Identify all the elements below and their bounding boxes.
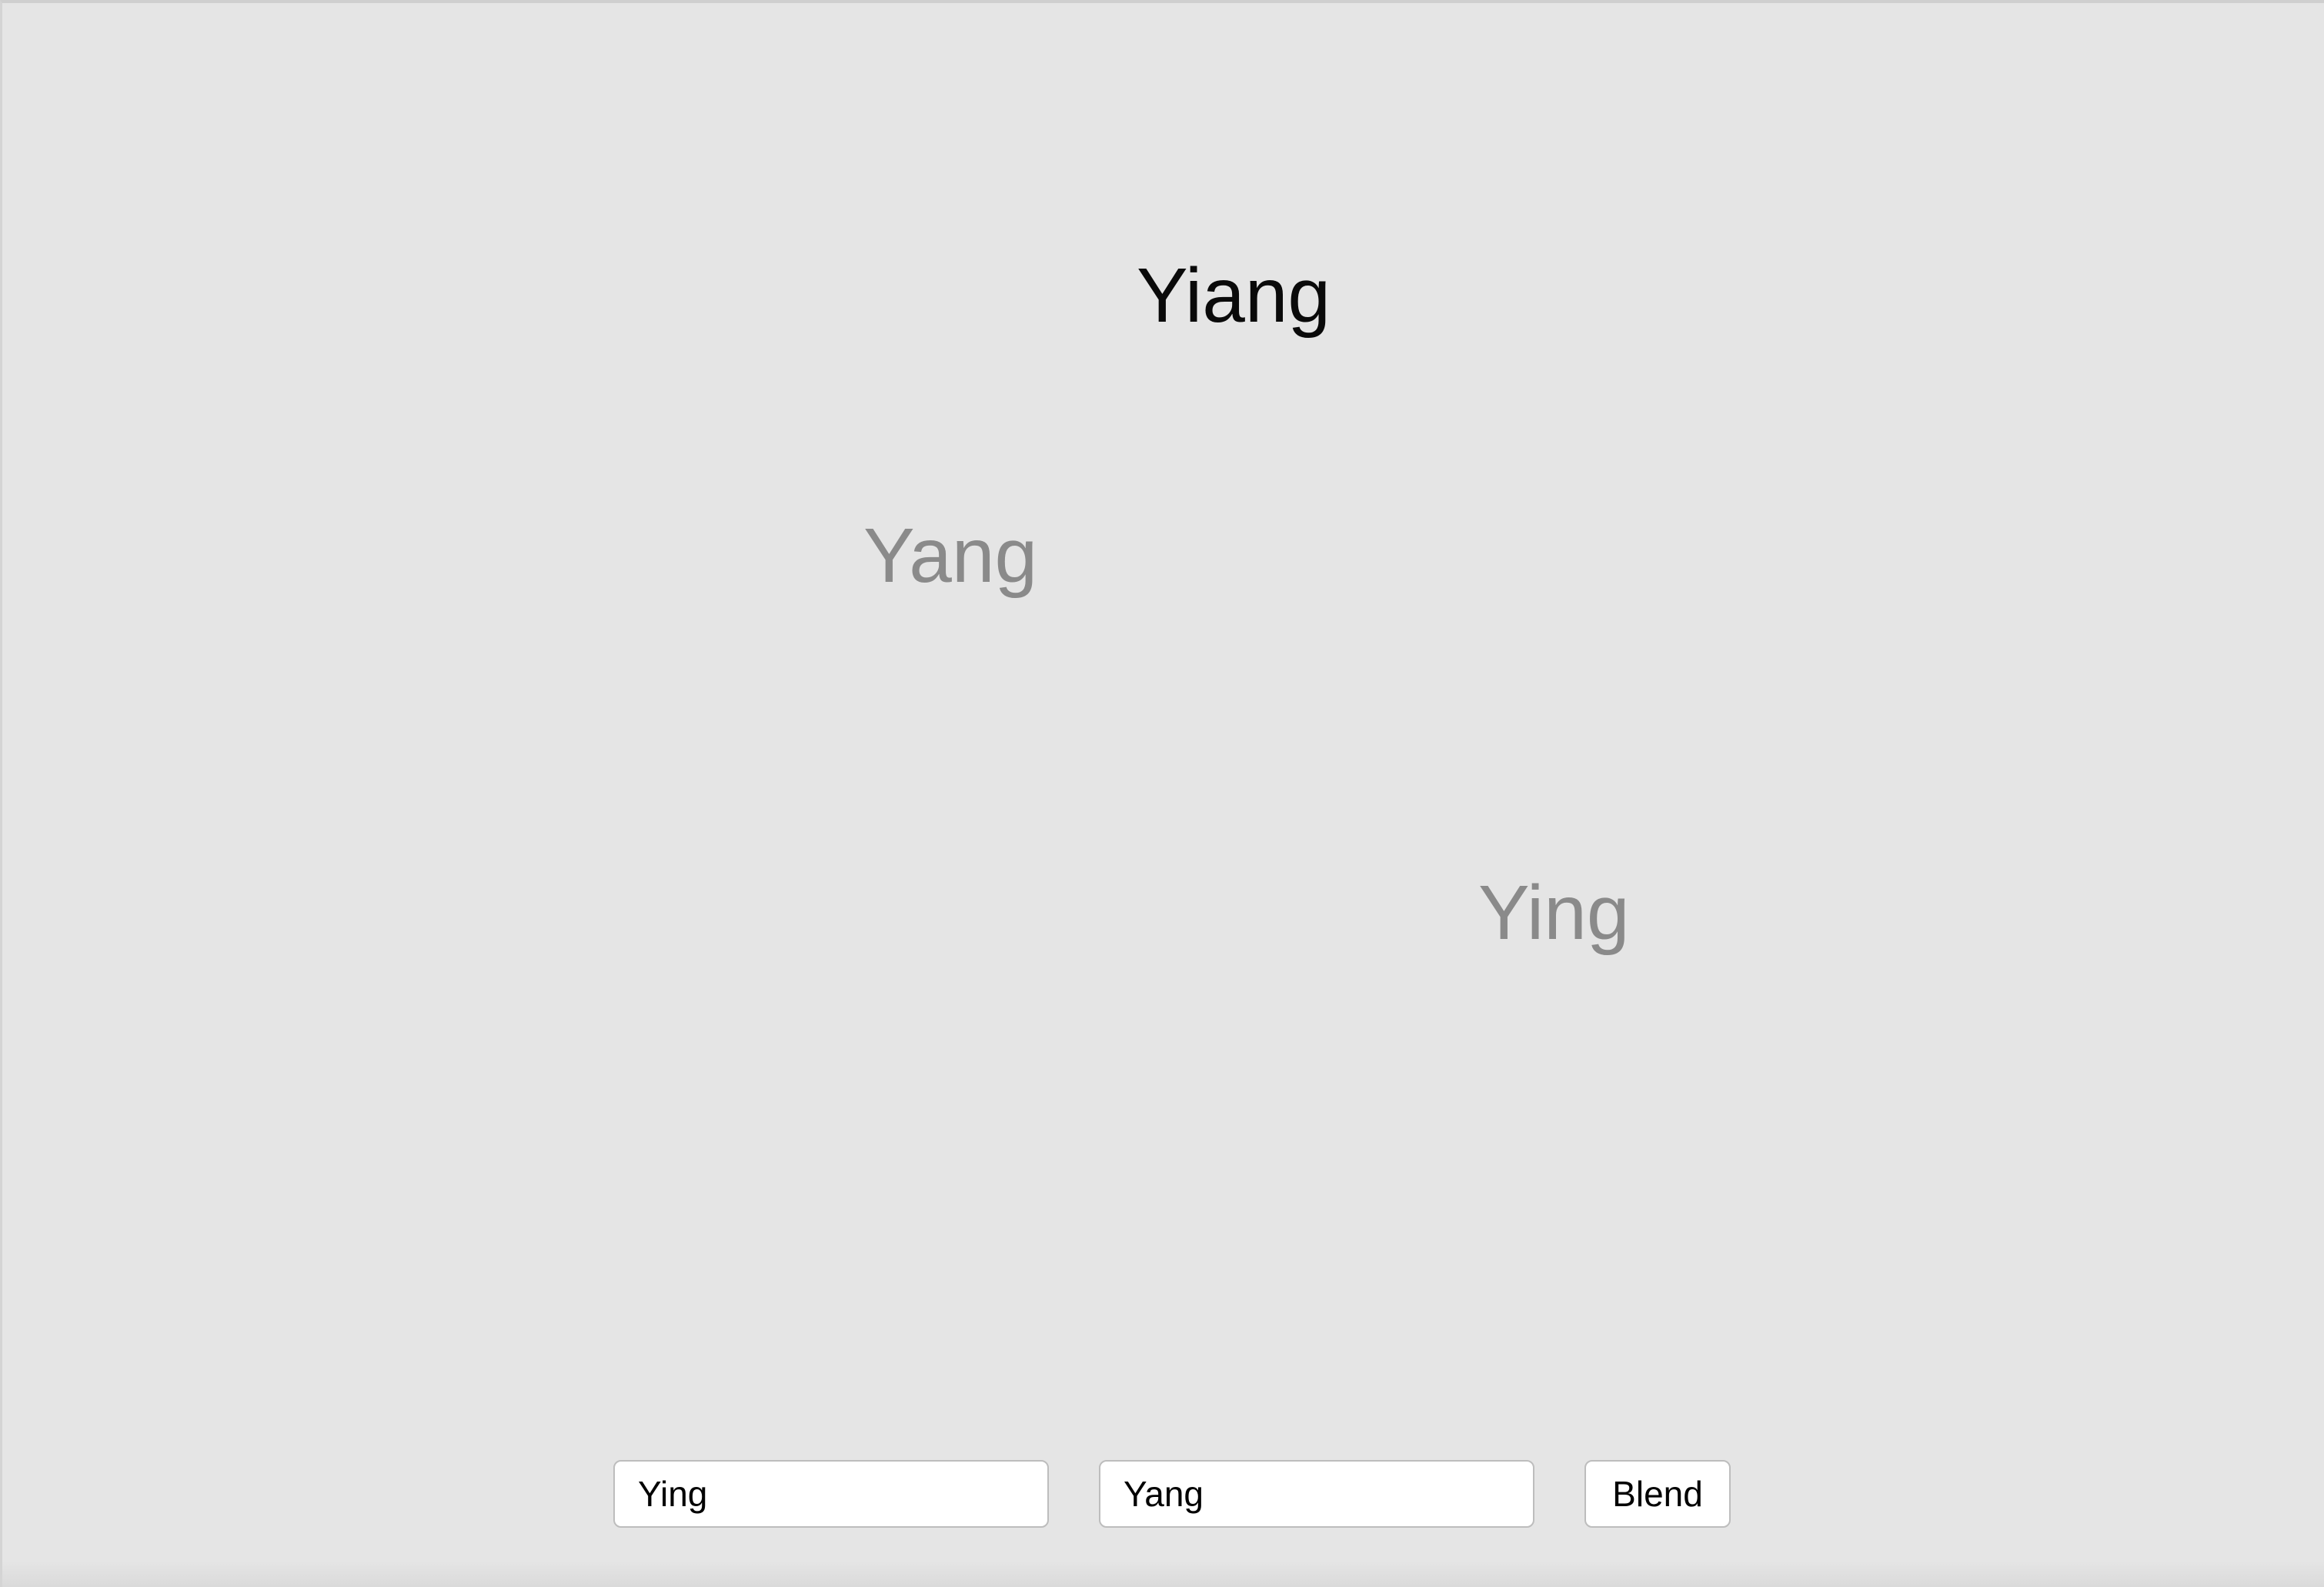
blend-button[interactable]: Blend	[1584, 1460, 1731, 1528]
second-word-input[interactable]	[1099, 1460, 1534, 1528]
bottom-edge	[2, 1561, 2324, 1587]
source-word-ying: Ying	[1478, 870, 1630, 956]
source-word-yang: Yang	[863, 513, 1038, 599]
first-word-input[interactable]	[613, 1460, 1049, 1528]
blended-word: Yiang	[1137, 252, 1331, 339]
app-window: Yiang Yang Ying Blend	[0, 0, 2324, 1587]
